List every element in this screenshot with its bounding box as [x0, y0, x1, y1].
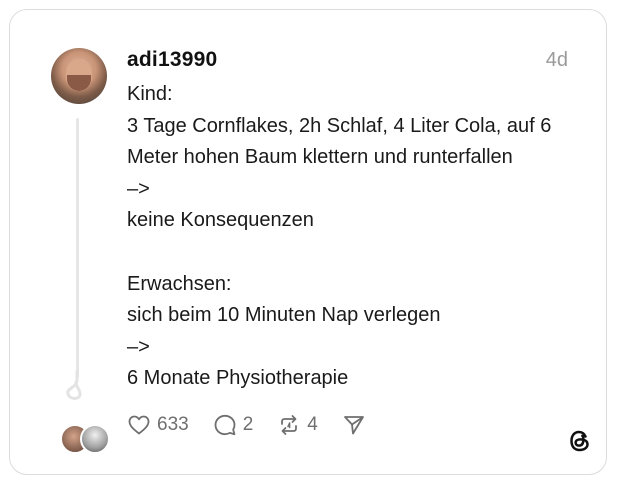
- repost-count: 4: [307, 414, 318, 435]
- post-line: –>: [127, 335, 150, 358]
- reply-button[interactable]: 2: [213, 413, 254, 437]
- speech-bubble-icon: [214, 414, 236, 436]
- post-timestamp[interactable]: 4d: [546, 49, 568, 72]
- thread-line: [76, 118, 79, 378]
- post-text: Kind: 3 Tage Cornflakes, 2h Schlaf, 4 Li…: [127, 79, 607, 395]
- reply-count: 2: [242, 414, 254, 435]
- post-line: 6 Monate Physiotherapie: [127, 367, 349, 390]
- send-icon: [343, 416, 364, 435]
- post-line: sich beim 10 Minuten Nap verlegen: [127, 304, 441, 327]
- reply-avatars[interactable]: [60, 424, 112, 454]
- post-line: Erwachsen:: [127, 272, 232, 295]
- like-count: 633: [157, 414, 189, 435]
- post-line: –>: [127, 177, 150, 200]
- thread-loop-icon: [66, 370, 82, 400]
- post-line: Kind:: [127, 83, 173, 105]
- heart-icon: [128, 415, 150, 435]
- post-line: Meter hohen Baum klettern und runterfall…: [127, 146, 513, 169]
- reply-avatar: [80, 424, 110, 454]
- like-button[interactable]: 633: [127, 413, 189, 437]
- post-line: keine Konsequenzen: [127, 209, 314, 232]
- repost-arrows-icon: [281, 415, 298, 435]
- threads-logo-icon[interactable]: [566, 427, 594, 455]
- author-avatar[interactable]: [51, 48, 107, 104]
- post-card: adi13990 4d Kind: 3 Tage Cornflakes, 2h …: [9, 9, 607, 475]
- share-button[interactable]: [342, 413, 366, 437]
- repost-button[interactable]: 4: [277, 413, 318, 437]
- post-line: [127, 237, 607, 269]
- post-line: 3 Tage Cornflakes, 2h Schlaf, 4 Liter Co…: [127, 114, 552, 137]
- post-actions: 633 2 4: [127, 410, 390, 440]
- post-username[interactable]: adi13990: [127, 48, 217, 72]
